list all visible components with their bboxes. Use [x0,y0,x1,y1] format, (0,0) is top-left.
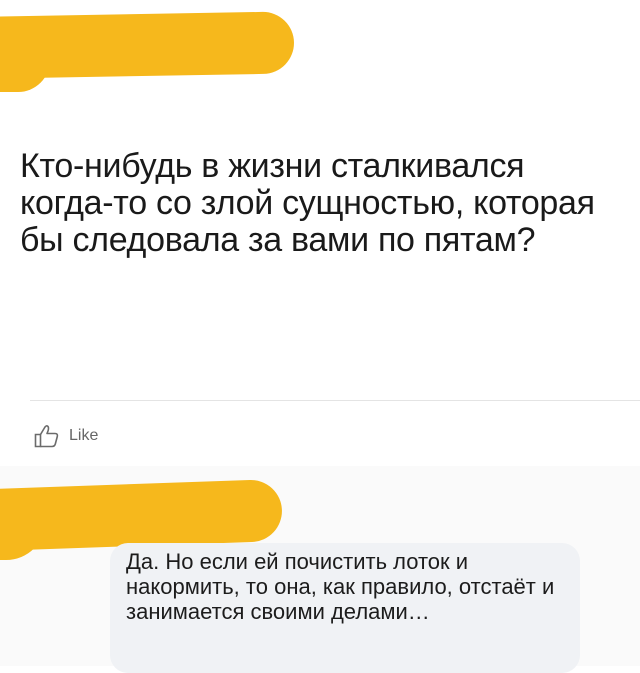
thumbs-up-icon [34,424,60,448]
like-label: Like [69,427,99,444]
post-text: Кто-нибудь в жизни сталкивался когда-то … [20,147,595,259]
comment-text: Да. Но если ей почистить лоток и накорми… [126,549,555,624]
post-divider [30,400,640,401]
author-avatar-redaction [0,60,50,92]
commenter-name-redaction [0,478,283,552]
like-button[interactable]: Like [34,424,98,448]
